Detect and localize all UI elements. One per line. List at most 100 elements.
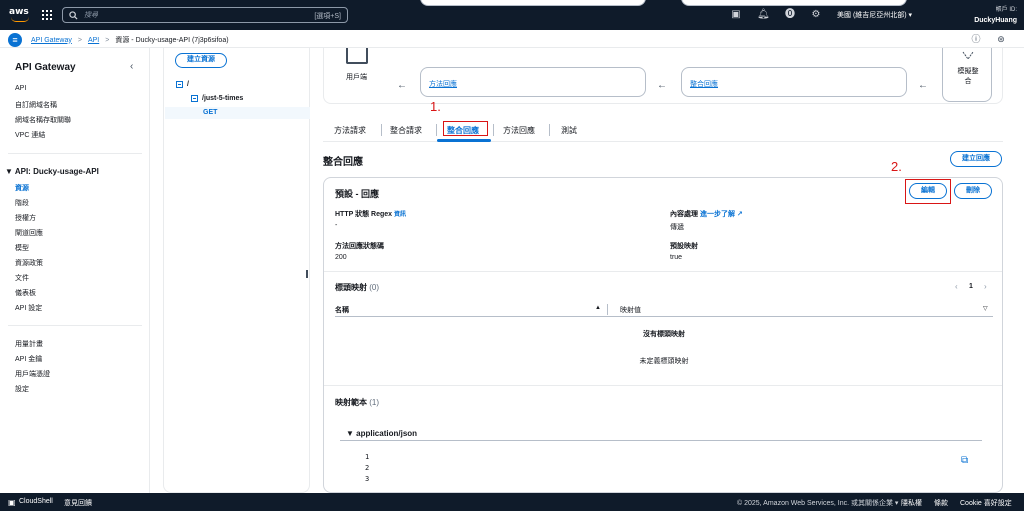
sidebar-item-documentation[interactable]: 文件	[15, 273, 29, 283]
arrow-left-icon: ←	[918, 80, 928, 91]
help-icon[interactable]: ⓿	[784, 9, 796, 21]
tab-integration-request[interactable]: 整合請求	[390, 125, 422, 136]
section-divider	[324, 385, 1002, 386]
http-status-regex-label: HTTP 狀態 Regex	[335, 211, 393, 218]
method-status-value: 200	[335, 254, 347, 261]
integration-response-link[interactable]: 整合回應	[690, 79, 718, 89]
search-input[interactable]: 搜尋 [選項+S]	[62, 7, 348, 23]
tab-divider	[493, 124, 494, 136]
card-title: 預設 - 回應	[335, 189, 379, 199]
breadcrumb-separator: >	[77, 36, 82, 44]
sidebar-item-api[interactable]: API	[15, 85, 26, 92]
next-page-icon[interactable]: ›	[984, 282, 987, 291]
collapse-icon[interactable]	[191, 95, 198, 102]
content-handling-field: 內容處理 進一步了解 ↗ 傳遞	[670, 209, 743, 232]
preferences-icon[interactable]: ⊛	[995, 33, 1007, 45]
notifications-bell-icon[interactable]: 🔔︎	[757, 9, 770, 21]
cloudshell-link[interactable]: CloudShell	[19, 498, 53, 505]
cloudshell-footer-icon[interactable]: ▣	[8, 498, 16, 507]
terms-link[interactable]: 條款	[934, 498, 948, 508]
empty-state-description: 未定義標頭映射	[639, 358, 689, 365]
method-status-field: 方法回應狀態碼 200	[335, 241, 384, 261]
tab-bar	[323, 120, 1003, 142]
sidebar-item-models[interactable]: 模型	[15, 243, 29, 253]
sort-ascending-icon[interactable]: ▲	[595, 305, 601, 311]
tab-method-request[interactable]: 方法請求	[334, 125, 366, 136]
cookie-preferences-link[interactable]: Cookie 喜好設定	[960, 498, 1012, 508]
collapse-icon[interactable]	[176, 81, 183, 88]
arrow-left-icon: ←	[657, 80, 667, 91]
copy-icon[interactable]: ⧉	[961, 455, 968, 466]
tab-divider	[436, 124, 437, 136]
sidebar-item-resource-policy[interactable]: 資源政策	[15, 258, 43, 268]
sidebar-item-api-settings[interactable]: API 設定	[15, 303, 42, 313]
tab-divider	[381, 124, 382, 136]
sidebar-item-usage-plans[interactable]: 用量計畫	[15, 339, 43, 349]
external-link-icon: ↗	[736, 211, 743, 218]
learn-more-link[interactable]: 進一步了解	[700, 211, 735, 218]
integration-request-box	[681, 0, 907, 6]
settings-gear-icon[interactable]: ⚙	[810, 9, 822, 21]
sidebar-item-authorizers[interactable]: 授權方	[15, 213, 36, 223]
tab-test[interactable]: 測試	[561, 125, 577, 136]
sidebar-item-gateway-responses[interactable]: 閘道回應	[15, 228, 43, 238]
hamburger-menu-icon[interactable]: ≡	[8, 33, 22, 47]
header-mappings-title: 標頭映射 (0)	[335, 282, 379, 293]
tab-method-response[interactable]: 方法回應	[503, 125, 535, 136]
tree-node-root[interactable]: /	[176, 81, 189, 88]
table-header-divider	[335, 316, 993, 317]
cloudshell-icon[interactable]: ▣	[730, 9, 742, 21]
sidebar-item-settings[interactable]: 設定	[15, 384, 29, 394]
sort-icon[interactable]: ▽	[983, 305, 988, 312]
aws-logo[interactable]: aws	[9, 7, 31, 23]
sidebar-item-dashboard[interactable]: 儀表板	[15, 288, 36, 298]
mock-label: 合	[964, 78, 972, 85]
sidebar-api-section[interactable]: ▼ API: Ducky-usage-API	[5, 167, 99, 176]
sidebar-item-custom-domains[interactable]: 自訂網域名稱	[15, 100, 57, 110]
tree-node-child[interactable]: /just-5-times	[191, 95, 243, 102]
sidebar-item-vpc-links[interactable]: VPC 連結	[15, 130, 45, 140]
create-response-button[interactable]: 建立回應	[950, 151, 1002, 167]
sidebar: API Gateway ‹ API 自訂網域名稱 網域名稱存取關聯 VPC 連結…	[0, 48, 150, 493]
sidebar-item-client-certificates[interactable]: 用戶端憑證	[15, 369, 50, 379]
sidebar-item-domain-access[interactable]: 網域名稱存取關聯	[15, 115, 71, 125]
sidebar-item-api-keys[interactable]: API 金鑰	[15, 354, 42, 364]
header-mappings-count: (0)	[369, 283, 380, 292]
prev-page-icon[interactable]: ‹	[955, 282, 958, 291]
services-grid-icon[interactable]	[40, 8, 54, 22]
breadcrumb-api[interactable]: API	[88, 37, 99, 44]
breadcrumb-api-gateway[interactable]: API Gateway	[31, 37, 72, 44]
tree-method-get[interactable]: GET	[165, 107, 310, 119]
mock-integration-box: 模擬整 合	[942, 48, 992, 102]
info-circle-icon[interactable]: ⓘ	[970, 33, 982, 45]
panel-resize-handle[interactable]	[306, 270, 308, 278]
sidebar-divider	[8, 325, 142, 326]
region-selector[interactable]: 美國 (維吉尼亞州北部) ▾	[837, 10, 912, 20]
column-header-name: 名稱	[335, 307, 349, 314]
mapping-templates-label: 映射範本	[335, 398, 367, 407]
method-response-box: 方法回應	[420, 67, 646, 97]
collapse-sidebar-icon[interactable]: ‹	[130, 61, 133, 72]
info-link[interactable]: 資訊	[394, 212, 406, 218]
mapping-templates-count: (1)	[369, 398, 380, 407]
code-line-number: 3	[365, 475, 370, 483]
template-expander[interactable]: ▼ application/json	[346, 429, 417, 438]
delete-button[interactable]: 刪除	[954, 183, 992, 199]
breadcrumb: API Gateway > API > 資源 - Ducky-usage-API…	[31, 35, 229, 45]
aws-logo-text: aws	[9, 7, 29, 17]
privacy-link[interactable]: 隱私權	[901, 498, 922, 508]
section-divider	[324, 271, 1002, 272]
annotation-highlight-tab	[443, 121, 488, 136]
feedback-link[interactable]: 意見回饋	[64, 498, 92, 508]
method-response-link[interactable]: 方法回應	[429, 79, 457, 89]
content-handling-label: 內容處理	[670, 211, 698, 218]
annotation-highlight-edit	[905, 179, 951, 204]
account-menu[interactable]: 帳戶 ID: DuckyHuang	[925, 3, 1021, 27]
search-shortcut: [選項+S]	[314, 13, 341, 20]
username: DuckyHuang	[974, 17, 1017, 24]
sidebar-item-resources[interactable]: 資源	[15, 183, 29, 193]
create-resource-button[interactable]: 建立資源	[175, 53, 227, 68]
page-number[interactable]: 1	[969, 283, 973, 290]
default-mapping-label: 預設映射	[670, 243, 698, 250]
sidebar-item-stages[interactable]: 階段	[15, 198, 29, 208]
